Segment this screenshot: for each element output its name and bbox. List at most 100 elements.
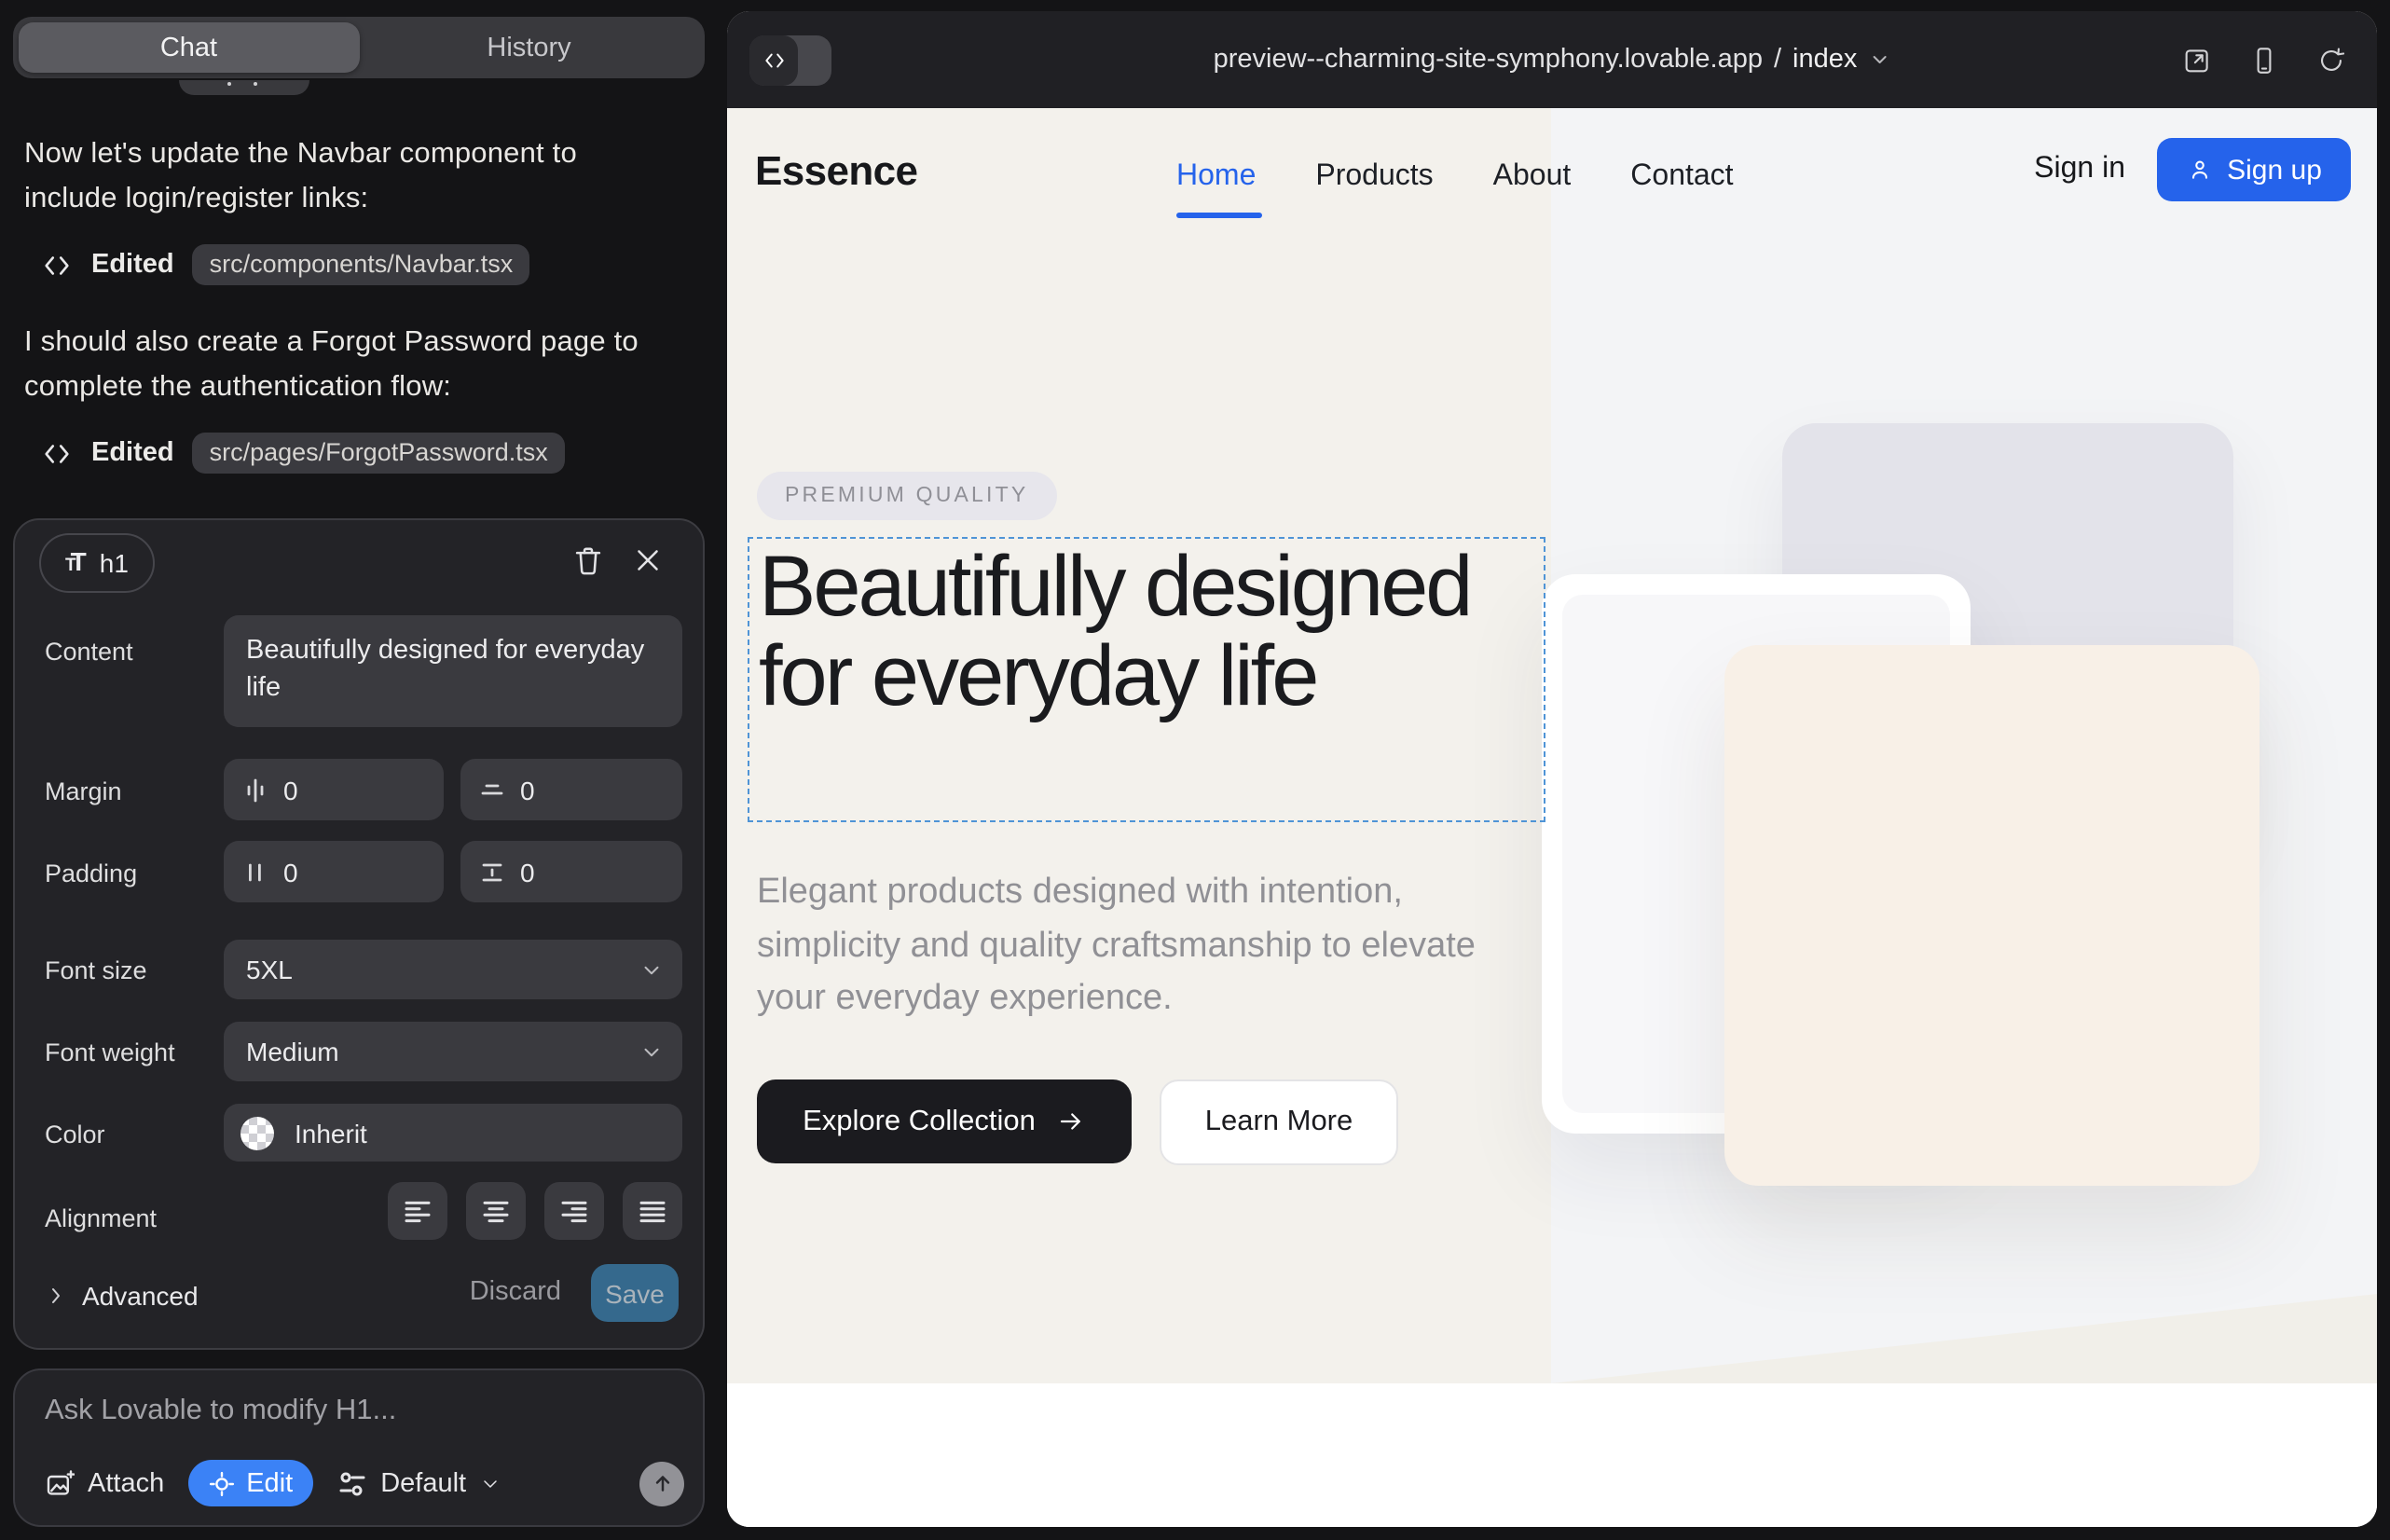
active-nav-underline bbox=[1176, 213, 1262, 217]
chevron-down-icon bbox=[639, 957, 664, 982]
open-external-icon[interactable] bbox=[2181, 44, 2213, 76]
chat-message: I should also create a Forgot Password p… bbox=[24, 321, 673, 410]
edited-label: Edited bbox=[91, 250, 174, 280]
align-right-icon bbox=[559, 1196, 589, 1226]
font-size-select[interactable]: 5XL bbox=[224, 940, 682, 999]
file-chip[interactable]: src/pages/ForgotPassword.tsx bbox=[193, 433, 565, 474]
composer: Attach Edit Default bbox=[13, 1368, 705, 1527]
edited-file-row: Edited src/components/Navbar.tsx bbox=[41, 244, 529, 285]
color-select[interactable]: Inherit bbox=[224, 1104, 682, 1162]
color-label: Color bbox=[45, 1121, 105, 1148]
url-breadcrumb[interactable]: preview--charming-site-symphony.lovable.… bbox=[1214, 45, 1891, 75]
element-tag-pill[interactable]: TT h1 bbox=[39, 533, 155, 593]
arrow-right-icon bbox=[1058, 1107, 1086, 1135]
padding-x-input[interactable]: 0 bbox=[224, 841, 444, 902]
hero-badge: PREMIUM QUALITY bbox=[757, 472, 1056, 520]
align-left-button[interactable] bbox=[388, 1182, 447, 1240]
edit-mode-button[interactable]: Edit bbox=[188, 1460, 313, 1506]
font-weight-select[interactable]: Medium bbox=[224, 1022, 682, 1081]
code-view-toggle[interactable] bbox=[749, 35, 831, 86]
margin-y-input[interactable]: 0 bbox=[460, 759, 682, 820]
code-icon bbox=[41, 437, 73, 469]
align-justify-button[interactable] bbox=[623, 1182, 682, 1240]
margin-label: Margin bbox=[45, 777, 122, 805]
align-justify-icon bbox=[638, 1196, 667, 1226]
chevron-down-icon bbox=[639, 1039, 664, 1064]
alignment-label: Alignment bbox=[45, 1204, 157, 1232]
nav-link-products[interactable]: Products bbox=[1315, 160, 1433, 194]
sidebar: Chat History Now let's update the Navbar… bbox=[0, 0, 727, 1540]
preview-topbar: preview--charming-site-symphony.lovable.… bbox=[727, 11, 2377, 108]
attach-button[interactable]: Attach bbox=[45, 1468, 164, 1498]
align-center-button[interactable] bbox=[466, 1182, 526, 1240]
advanced-toggle[interactable]: Advanced bbox=[45, 1281, 199, 1311]
user-icon bbox=[2186, 157, 2212, 183]
save-button[interactable]: Save bbox=[591, 1264, 679, 1322]
attach-image-icon bbox=[45, 1468, 75, 1498]
chevron-down-icon bbox=[1868, 48, 1890, 71]
color-swatch bbox=[240, 1116, 274, 1149]
model-selector[interactable]: Default bbox=[337, 1468, 501, 1498]
auth-actions: Sign in Sign up bbox=[2034, 138, 2351, 201]
file-chip[interactable]: src/components/Navbar.tsx bbox=[193, 244, 530, 285]
padding-vertical-icon bbox=[479, 859, 505, 885]
element-editor-panel: TT h1 Content Beautifully designed for e… bbox=[13, 518, 705, 1350]
url-separator: / bbox=[1774, 45, 1781, 75]
sign-in-link[interactable]: Sign in bbox=[2034, 153, 2125, 186]
margin-x-input[interactable]: 0 bbox=[224, 759, 444, 820]
tab-history[interactable]: History bbox=[359, 22, 699, 73]
nav-link-home[interactable]: Home bbox=[1176, 160, 1256, 194]
edited-label: Edited bbox=[91, 438, 174, 468]
hero-image-card-front bbox=[1724, 645, 2260, 1186]
code-toggle-knob bbox=[749, 35, 798, 86]
chat-message: Now let's update the Navbar component to… bbox=[24, 132, 673, 222]
font-size-label: Font size bbox=[45, 956, 147, 984]
preview-url: preview--charming-site-symphony.lovable.… bbox=[1214, 45, 1763, 75]
element-tag: h1 bbox=[100, 548, 129, 578]
content-label: Content bbox=[45, 638, 133, 666]
nav-link-about[interactable]: About bbox=[1493, 160, 1572, 194]
chevron-right-icon bbox=[45, 1285, 67, 1307]
hero-heading: Beautifully designed for everyday life bbox=[759, 541, 1542, 720]
align-center-icon bbox=[481, 1196, 511, 1226]
close-icon[interactable] bbox=[630, 543, 666, 578]
text-size-icon: TT bbox=[65, 546, 87, 580]
discard-button[interactable]: Discard bbox=[470, 1277, 561, 1307]
topbar-actions bbox=[2181, 44, 2347, 76]
selected-h1-element[interactable]: Beautifully designed for everyday life bbox=[748, 537, 1545, 822]
refresh-icon[interactable] bbox=[2315, 44, 2347, 76]
chat-input[interactable] bbox=[45, 1395, 669, 1443]
hero-cta-group: Explore Collection Learn More bbox=[757, 1079, 1398, 1165]
margin-horizontal-icon bbox=[242, 777, 268, 803]
padding-horizontal-icon bbox=[242, 859, 268, 885]
align-right-button[interactable] bbox=[544, 1182, 604, 1240]
clipped-scroll-chip bbox=[179, 80, 309, 95]
padding-y-input[interactable]: 0 bbox=[460, 841, 682, 902]
explore-collection-button[interactable]: Explore Collection bbox=[757, 1079, 1132, 1163]
send-button[interactable] bbox=[639, 1461, 684, 1506]
chevron-down-icon bbox=[479, 1472, 501, 1494]
margin-vertical-icon bbox=[479, 777, 505, 803]
edited-file-row: Edited src/pages/ForgotPassword.tsx bbox=[41, 433, 565, 474]
site-logo[interactable]: Essence bbox=[755, 147, 917, 196]
sliders-icon bbox=[337, 1468, 367, 1498]
target-icon bbox=[209, 1470, 235, 1496]
preview-path: index bbox=[1792, 45, 1857, 75]
code-icon bbox=[762, 48, 786, 73]
next-section-strip bbox=[727, 1383, 2377, 1527]
site-content: Essence Home Products About Contact Sign… bbox=[727, 108, 2377, 1527]
site-nav-links: Home Products About Contact bbox=[1176, 160, 1734, 194]
padding-label: Padding bbox=[45, 859, 137, 887]
nav-link-contact[interactable]: Contact bbox=[1630, 160, 1733, 194]
alignment-group bbox=[388, 1182, 682, 1240]
app: Chat History Now let's update the Navbar… bbox=[0, 0, 2390, 1540]
content-input[interactable]: Beautifully designed for everyday life bbox=[224, 615, 682, 727]
tab-chat[interactable]: Chat bbox=[19, 22, 359, 73]
site-navbar: Essence Home Products About Contact Sign… bbox=[727, 108, 2377, 231]
sign-up-button[interactable]: Sign up bbox=[2157, 138, 2351, 201]
trash-icon[interactable] bbox=[570, 543, 606, 578]
learn-more-button[interactable]: Learn More bbox=[1160, 1079, 1398, 1165]
preview-panel: preview--charming-site-symphony.lovable.… bbox=[727, 11, 2377, 1527]
mobile-device-icon[interactable] bbox=[2248, 44, 2280, 76]
composer-toolbar: Attach Edit Default bbox=[45, 1460, 684, 1506]
